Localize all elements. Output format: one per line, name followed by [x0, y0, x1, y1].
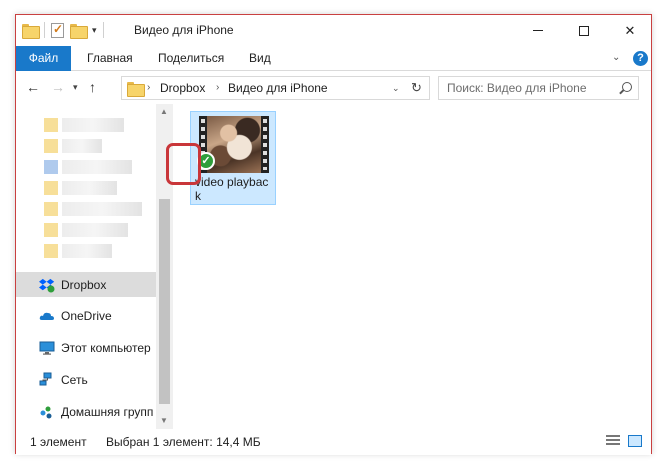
- expand-ribbon-icon[interactable]: ⌄: [612, 52, 620, 63]
- blurred-nav-item: [44, 244, 112, 258]
- breadcrumb-dropbox[interactable]: Dropbox: [160, 81, 205, 95]
- onedrive-icon: [39, 312, 54, 320]
- large-icons-view-icon[interactable]: [628, 435, 642, 447]
- item-count: 1 элемент: [30, 435, 87, 449]
- navigation-pane: Dropbox OneDrive Этот компьютер Сеть Дом…: [16, 104, 174, 429]
- network-icon: [39, 372, 52, 385]
- sidebar-item-label: Dropbox: [61, 277, 107, 292]
- search-input[interactable]: [447, 80, 607, 96]
- sidebar-item-dropbox[interactable]: Dropbox: [16, 272, 156, 297]
- new-folder-icon[interactable]: [70, 23, 88, 39]
- status-bar: 1 элемент Выбран 1 элемент: 14,4 МБ: [16, 429, 651, 455]
- blurred-nav-item: [44, 139, 102, 153]
- properties-icon[interactable]: [51, 22, 64, 38]
- maximize-icon: [579, 25, 589, 36]
- sidebar-item-label: Сеть: [61, 372, 88, 387]
- sidebar-item-homegroup[interactable]: Домашняя групп: [16, 399, 156, 424]
- homegroup-icon: [40, 406, 52, 418]
- scroll-down-icon[interactable]: ▼: [160, 416, 168, 425]
- file-item[interactable]: ✓ video playback: [190, 111, 276, 205]
- minimize-button[interactable]: [515, 15, 561, 46]
- tab-share[interactable]: Поделиться: [148, 46, 234, 71]
- file-list: ✓ video playback: [174, 104, 651, 429]
- scroll-thumb[interactable]: [159, 199, 170, 404]
- sidebar-item-this-pc[interactable]: Этот компьютер: [16, 335, 156, 360]
- back-arrow-icon[interactable]: ←: [26, 79, 40, 95]
- blurred-nav-item: [44, 160, 132, 174]
- sidebar-item-label: Домашняя групп: [61, 404, 154, 419]
- sidebar-item-network[interactable]: Сеть: [16, 367, 156, 392]
- breadcrumb-separator[interactable]: ›: [147, 82, 150, 93]
- blurred-nav-item: [44, 181, 117, 195]
- breadcrumb-current-folder[interactable]: Видео для iPhone: [228, 81, 328, 95]
- up-arrow-icon[interactable]: ↑: [89, 79, 96, 95]
- maximize-button[interactable]: [561, 15, 607, 46]
- selection-info: Выбран 1 элемент: 14,4 МБ: [106, 435, 261, 449]
- forward-arrow-icon[interactable]: →: [51, 79, 65, 95]
- close-icon: ✕: [624, 22, 636, 38]
- address-bar[interactable]: › Dropbox › Видео для iPhone ⌄ ↻: [121, 76, 430, 100]
- help-icon[interactable]: ?: [633, 51, 648, 66]
- title-bar: ▾ Видео для iPhone ✕: [16, 15, 651, 46]
- address-dropdown-icon[interactable]: ⌄: [392, 83, 400, 94]
- sidebar-item-label: OneDrive: [61, 308, 112, 323]
- folder-icon: [127, 82, 145, 97]
- close-button[interactable]: ✕: [607, 15, 653, 46]
- blurred-nav-item: [44, 202, 142, 216]
- sidebar-item-onedrive[interactable]: OneDrive: [16, 303, 156, 328]
- tab-home[interactable]: Главная: [77, 46, 143, 71]
- dropbox-icon: [39, 278, 55, 292]
- tab-file[interactable]: Файл: [16, 46, 71, 71]
- explorer-window: ▾ Видео для iPhone ✕ Файл Главная Подели…: [15, 14, 652, 455]
- blurred-nav-item: [44, 118, 124, 132]
- highlight-annotation: [166, 143, 201, 185]
- details-view-icon[interactable]: [606, 435, 620, 447]
- window-title: Видео для iPhone: [134, 23, 234, 37]
- breadcrumb-separator[interactable]: ›: [216, 82, 219, 93]
- sidebar-item-label: Этот компьютер: [61, 340, 151, 355]
- recent-locations-icon[interactable]: ▾: [73, 82, 78, 93]
- customize-toolbar-icon[interactable]: ▾: [92, 25, 97, 36]
- computer-icon: [39, 341, 55, 355]
- tab-view[interactable]: Вид: [239, 46, 281, 71]
- video-thumbnail: [207, 116, 261, 173]
- search-box[interactable]: [438, 76, 639, 100]
- scroll-up-icon[interactable]: ▲: [160, 107, 168, 116]
- address-row: ← → ▾ ↑ › Dropbox › Видео для iPhone ⌄ ↻: [16, 72, 651, 104]
- toolbar-separator: [44, 22, 45, 38]
- blurred-nav-item: [44, 223, 128, 237]
- film-strip: [261, 116, 269, 173]
- toolbar-separator: [102, 22, 104, 38]
- search-icon[interactable]: [622, 82, 632, 92]
- ribbon: Файл Главная Поделиться Вид ⌄ ?: [16, 46, 651, 71]
- refresh-icon[interactable]: ↻: [411, 80, 422, 96]
- minimize-icon: [533, 30, 543, 31]
- file-name: video playback: [195, 175, 269, 203]
- folder-icon[interactable]: [22, 23, 40, 39]
- quick-access-toolbar: ▾: [22, 22, 104, 39]
